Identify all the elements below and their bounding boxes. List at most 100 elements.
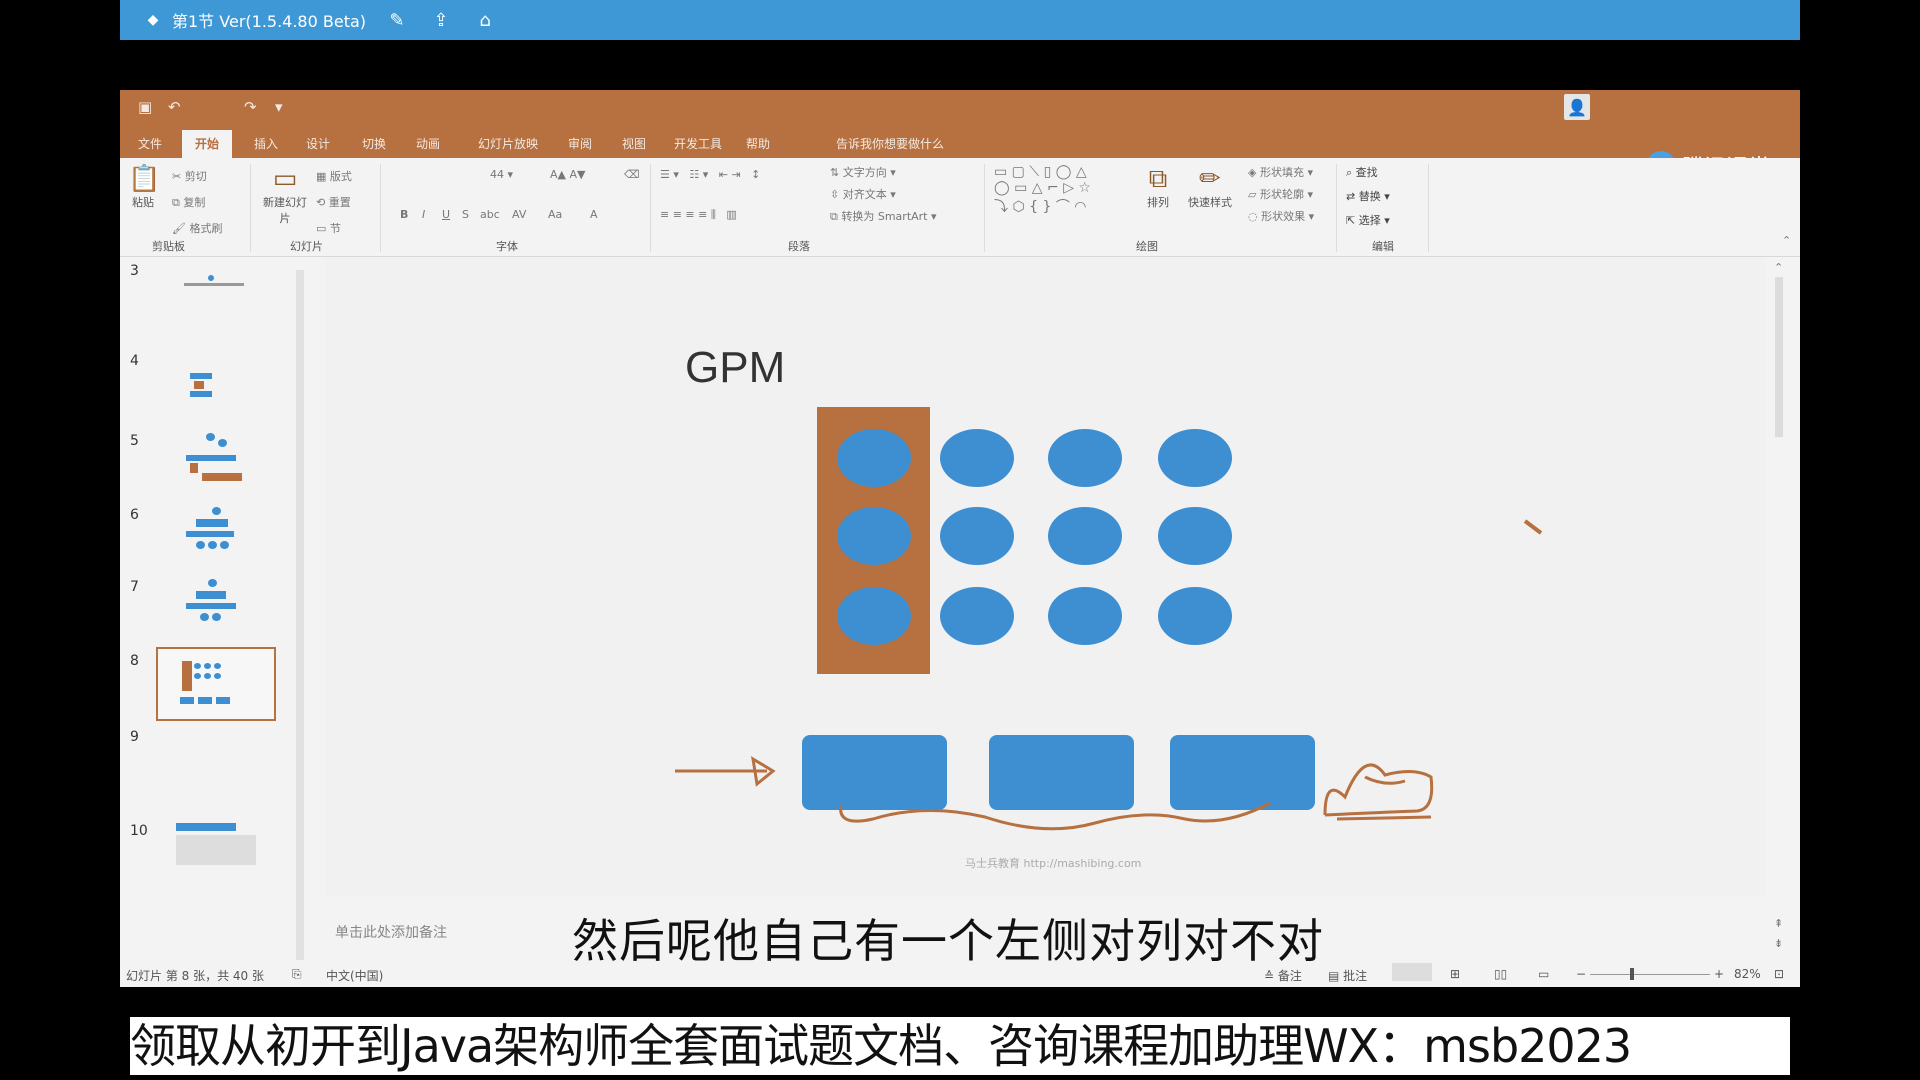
text-direction-button[interactable]: ⇅ 文字方向 ▾	[830, 164, 896, 180]
thumbnail-scrollbar[interactable]	[296, 270, 304, 960]
tab-insert[interactable]: 插入	[248, 132, 284, 156]
find-button[interactable]: ⌕ 查找	[1346, 164, 1378, 180]
font-size-select[interactable]: 44 ▾	[490, 168, 513, 181]
next-slide-icon[interactable]: ⇟	[1774, 937, 1783, 950]
copy-button[interactable]: ⧉ 复制	[172, 194, 205, 210]
strikethrough-button[interactable]: abc	[480, 208, 500, 221]
tell-me-search[interactable]: 告诉我你想要做什么	[830, 132, 950, 156]
scroll-up-icon[interactable]: ⌃	[1774, 261, 1783, 274]
select-button[interactable]: ⇱ 选择 ▾	[1346, 212, 1390, 228]
char-spacing-button[interactable]: AV	[512, 208, 526, 221]
shapes-gallery[interactable]: ▭ ▢ ⟍ ▯ ◯ △ ◯ ▭ △ ⌐ ▷ ☆ ⤵ ⬡ { } ⌒ ◠	[994, 164, 1091, 216]
underline-button[interactable]: U	[442, 208, 450, 221]
group-separator	[1428, 164, 1429, 252]
zoom-slider-thumb[interactable]	[1630, 968, 1634, 980]
slideshow-icon[interactable]: ▭	[1538, 967, 1549, 981]
arrange-button[interactable]: ⧉ 排列	[1140, 164, 1176, 210]
spellcheck-icon[interactable]: ⎘	[292, 967, 302, 982]
cut-button[interactable]: ✂ 剪切	[172, 168, 207, 184]
font-group-label: 字体	[496, 240, 518, 253]
tab-home[interactable]: 开始	[182, 130, 233, 158]
bullets-button[interactable]: ☰ ▾ ☷ ▾ ⇤ ⇥ ↕	[660, 168, 760, 181]
slide-thumbnail[interactable]	[156, 263, 274, 333]
redo-icon[interactable]: ↷	[244, 98, 257, 116]
slide-thumbnail[interactable]	[156, 429, 274, 499]
slide-thumbnail[interactable]	[156, 823, 274, 873]
reading-view-icon[interactable]: ▯▯	[1494, 967, 1507, 981]
normal-view-icon[interactable]	[1392, 963, 1432, 981]
slide-number: 10	[130, 823, 148, 839]
notes-placeholder[interactable]: 单击此处添加备注	[335, 922, 447, 942]
zoom-slider[interactable]	[1590, 974, 1710, 975]
slide-thumbnail[interactable]	[156, 503, 274, 573]
tab-transitions[interactable]: 切换	[356, 132, 392, 156]
slide-canvas[interactable]: GPM 马士兵教育 http://mashibing.com	[325, 257, 1765, 897]
fit-slide-icon[interactable]: ⊡	[1774, 967, 1784, 981]
collapse-ribbon-icon[interactable]: ⌃	[1782, 234, 1791, 247]
share-icon[interactable]: ⇪	[428, 7, 454, 33]
slide-number: 7	[130, 579, 139, 595]
reset-button[interactable]: ⟲ 重置	[316, 194, 351, 210]
tab-slideshow[interactable]: 幻灯片放映	[472, 132, 544, 156]
editing-group-label: 编辑	[1372, 240, 1394, 253]
slide-thumbnails-pane: 3 4 5 6 7 8 9 10	[120, 257, 285, 962]
replace-button[interactable]: ⇄ 替换 ▾	[1346, 188, 1390, 204]
tab-developer[interactable]: 开发工具	[668, 132, 728, 156]
slide-number: 5	[130, 433, 139, 449]
shape-outline-button[interactable]: ▱ 形状轮廓 ▾	[1248, 186, 1313, 202]
language-status[interactable]: 中文(中国)	[326, 967, 383, 984]
tab-animations[interactable]: 动画	[410, 132, 446, 156]
align-buttons[interactable]: ≡ ≡ ≡ ≡ ⫼ ▥	[660, 208, 737, 222]
user-avatar-icon[interactable]: 👤	[1564, 94, 1590, 120]
tab-file[interactable]: 文件	[132, 132, 168, 156]
new-slide-button[interactable]: ▭ 新建幻灯片	[260, 164, 310, 226]
slide-count-status: 幻灯片 第 8 张，共 40 张	[126, 969, 264, 983]
group-separator	[250, 164, 251, 252]
tab-help[interactable]: 帮助	[740, 132, 776, 156]
quick-styles-button[interactable]: ✏ 快速样式	[1188, 164, 1232, 210]
slide-scrollbar[interactable]: ⌃ ⇞ ⇟	[1772, 257, 1786, 962]
undo-icon[interactable]: ↶	[168, 98, 181, 116]
italic-button[interactable]: I	[422, 208, 425, 221]
bold-button[interactable]: B	[400, 208, 408, 221]
group-separator	[984, 164, 985, 252]
prev-slide-icon[interactable]: ⇞	[1774, 917, 1783, 930]
align-text-button[interactable]: ⇳ 对齐文本 ▾	[830, 186, 896, 202]
format-painter-button[interactable]: 🖌 格式刷	[172, 220, 222, 236]
save-icon[interactable]: ▣	[138, 98, 152, 116]
font-color-button[interactable]: A	[590, 208, 598, 221]
ink-underline	[839, 801, 1271, 831]
shape-effects-button[interactable]: ◌ 形状效果 ▾	[1248, 208, 1314, 224]
arrange-icon: ⧉	[1148, 164, 1168, 194]
zoom-in-button[interactable]: +	[1714, 967, 1724, 981]
clear-format-icon[interactable]: ⌫	[624, 168, 640, 181]
section-button[interactable]: ▭ 节	[316, 220, 341, 236]
paste-button[interactable]: 📋 粘贴	[128, 164, 160, 210]
quick-access-toolbar: ▣ ↶ ↷ ▾ 👤	[120, 90, 1800, 126]
group-separator	[650, 164, 651, 252]
slide-thumbnail[interactable]	[156, 575, 274, 645]
slide-sorter-icon[interactable]: ⊞	[1450, 967, 1460, 981]
slide-number: 4	[130, 353, 139, 369]
customize-icon[interactable]: ▾	[275, 98, 283, 116]
tab-view[interactable]: 视图	[616, 132, 652, 156]
slide-editor: GPM 马士兵教育 http://mashibing.com 单击此处添加备注	[325, 257, 1785, 962]
slide-thumbnail-selected[interactable]	[156, 647, 276, 721]
tab-review[interactable]: 审阅	[562, 132, 598, 156]
layout-button[interactable]: ▦ 版式	[316, 168, 352, 184]
group-separator	[1336, 164, 1337, 252]
shape-fill-button[interactable]: ◈ 形状填充 ▾	[1248, 164, 1313, 180]
smartart-button[interactable]: ⧉ 转换为 SmartArt ▾	[830, 208, 937, 224]
grow-font-button[interactable]: A▲ A▼	[550, 168, 585, 181]
zoom-out-button[interactable]: −	[1576, 967, 1586, 981]
slide-number: 9	[130, 729, 139, 745]
shadow-button[interactable]: S	[462, 208, 469, 221]
edit-icon[interactable]: ✎	[384, 7, 410, 33]
home-icon[interactable]: ⌂	[472, 7, 498, 33]
change-case-button[interactable]: Aa	[548, 208, 562, 221]
tab-design[interactable]: 设计	[300, 132, 336, 156]
comments-toggle[interactable]: ▤ 批注	[1328, 967, 1367, 984]
clipboard-group-label: 剪贴板	[152, 240, 185, 253]
zoom-level[interactable]: 82%	[1734, 967, 1761, 981]
slide-thumbnail[interactable]	[156, 353, 274, 423]
